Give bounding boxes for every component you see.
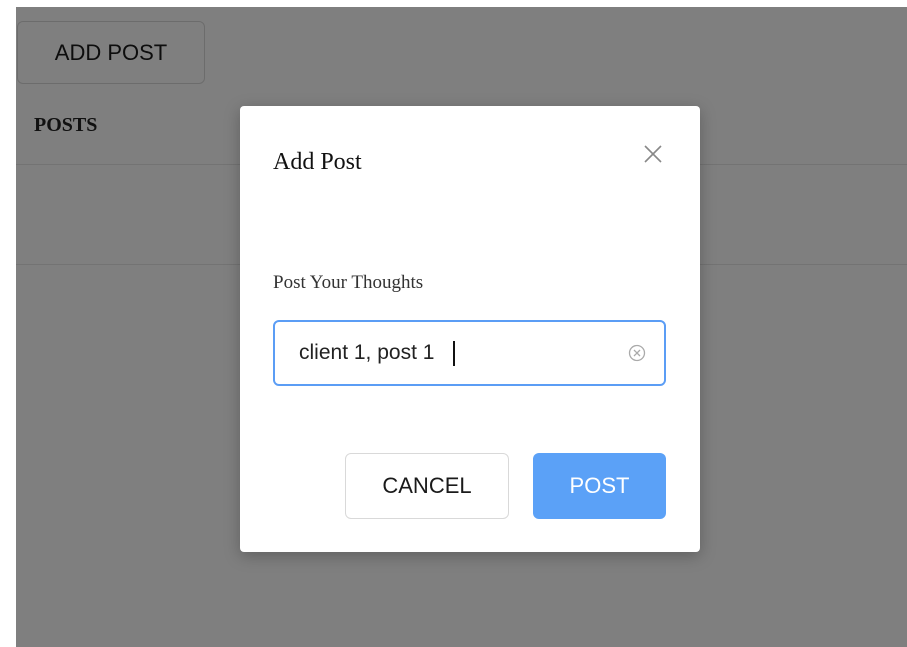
- cancel-button[interactable]: CANCEL: [345, 453, 509, 519]
- close-button[interactable]: [640, 141, 666, 167]
- app-page: ADD POST POSTS Add Post Post Your Though…: [0, 0, 907, 647]
- post-button[interactable]: POST: [533, 453, 666, 519]
- post-input[interactable]: [299, 322, 619, 384]
- clear-input-button[interactable]: [626, 342, 648, 364]
- text-caret: [453, 341, 455, 366]
- add-post-modal: Add Post Post Your Thoughts CANCEL POST: [240, 106, 700, 552]
- clear-input-icon: [628, 344, 646, 362]
- post-input-wrapper: [273, 320, 666, 386]
- post-field-label: Post Your Thoughts: [273, 272, 424, 293]
- close-icon: [644, 145, 662, 163]
- top-strip: [8, 0, 907, 7]
- modal-title: Add Post: [273, 149, 362, 175]
